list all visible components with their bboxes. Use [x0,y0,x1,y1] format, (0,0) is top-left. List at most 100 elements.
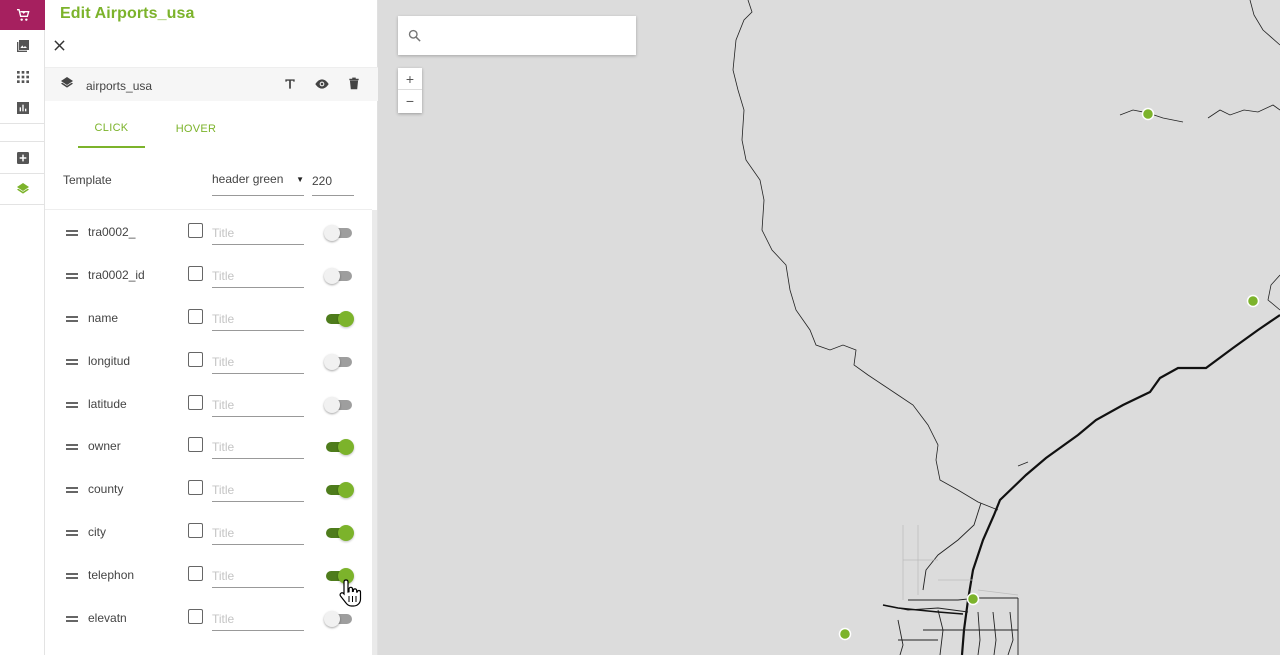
field-title-checkbox[interactable] [188,223,203,238]
field-name: longitud [88,354,131,368]
field-title-input[interactable] [212,393,304,417]
trash-icon [349,77,359,90]
image-icon [16,39,29,52]
drag-handle-icon[interactable] [66,616,78,622]
field-visibility-toggle[interactable] [324,397,354,413]
rail-item-add[interactable] [0,142,45,173]
field-title-input[interactable] [212,221,304,245]
rail-item-grid[interactable] [0,61,45,92]
search-input[interactable] [430,24,626,48]
field-row: city [45,518,372,560]
airport-point[interactable] [966,592,980,606]
field-row: tra0002_ [45,218,372,260]
drag-handle-icon[interactable] [66,316,78,322]
close-icon [53,39,65,51]
field-row: latitude [45,390,372,432]
zoom-in-button[interactable]: + [398,68,422,90]
field-visibility-toggle[interactable] [324,354,354,370]
field-visibility-toggle[interactable] [324,525,354,541]
drag-handle-icon[interactable] [66,487,78,493]
field-visibility-toggle[interactable] [324,568,354,584]
field-name: tra0002_id [88,268,145,282]
field-title-input[interactable] [212,307,304,331]
panel-title: Edit Airports_usa [60,5,195,22]
template-label: Template [63,173,112,187]
field-title-checkbox[interactable] [188,566,203,581]
field-title-checkbox[interactable] [188,437,203,452]
field-title-input[interactable] [212,478,304,502]
tab-click[interactable]: CLICK [78,110,145,148]
field-visibility-toggle[interactable] [324,482,354,498]
field-title-input[interactable] [212,564,304,588]
field-name: city [88,525,106,539]
cart-icon [16,9,30,21]
template-width-input[interactable] [312,165,354,196]
field-visibility-toggle[interactable] [324,611,354,627]
layer-label-button[interactable] [280,74,300,94]
layer-name: airports_usa [86,79,153,93]
drag-handle-icon[interactable] [66,359,78,365]
close-button[interactable] [51,36,67,54]
field-title-input[interactable] [212,521,304,545]
drag-handle-icon[interactable] [66,444,78,450]
bar-chart-icon [16,101,29,114]
field-row: owner [45,432,372,474]
airport-point[interactable] [1141,107,1155,121]
airport-point[interactable] [1246,294,1260,308]
text-icon [285,79,295,89]
field-title-checkbox[interactable] [188,480,203,495]
field-row: tra0002_id [45,261,372,303]
layer-delete-button[interactable] [344,74,364,94]
layers-icon [16,183,29,194]
field-title-checkbox[interactable] [188,523,203,538]
field-name: owner [88,439,121,453]
airport-points-layer [838,107,1260,641]
grid-icon [16,70,29,83]
map-canvas[interactable] [378,0,1280,655]
field-visibility-toggle[interactable] [324,268,354,284]
field-title-checkbox[interactable] [188,609,203,624]
field-title-checkbox[interactable] [188,395,203,410]
drag-handle-icon[interactable] [66,230,78,236]
field-row: county [45,475,372,517]
drag-handle-icon[interactable] [66,273,78,279]
drag-handle-icon[interactable] [66,573,78,579]
drag-handle-icon[interactable] [66,530,78,536]
field-visibility-toggle[interactable] [324,439,354,455]
field-row: telephon [45,561,372,603]
field-name: telephon [88,568,135,582]
rail-item-cart[interactable] [0,0,45,30]
field-name: tra0002_ [88,225,136,239]
field-title-input[interactable] [212,607,304,631]
field-visibility-toggle[interactable] [324,225,354,241]
airport-point[interactable] [838,627,852,641]
layers-icon [61,77,73,88]
panel-scrollbar[interactable] [372,210,377,655]
field-title-input[interactable] [212,435,304,459]
field-title-checkbox[interactable] [188,352,203,367]
field-visibility-toggle[interactable] [324,311,354,327]
field-title-input[interactable] [212,350,304,374]
zoom-control: + − [398,68,422,113]
template-select[interactable]: header green ▼ [212,165,304,196]
rail-item-charts[interactable] [0,92,45,123]
field-row: longitud [45,347,372,389]
tab-hover[interactable]: HOVER [162,110,230,148]
edit-layer-panel: Edit Airports_usa airports_usa CLICK HOV… [45,0,378,655]
field-name: latitude [88,397,127,411]
map-search [398,16,636,55]
zoom-out-button[interactable]: − [398,90,422,112]
drag-handle-icon[interactable] [66,402,78,408]
eye-icon [315,79,329,89]
field-title-input[interactable] [212,264,304,288]
layer-visibility-button[interactable] [312,74,332,94]
field-row: elevatn [45,604,372,646]
field-title-checkbox[interactable] [188,266,203,281]
template-select-value: header green [212,172,284,186]
rail-item-layers[interactable] [0,174,45,205]
field-title-checkbox[interactable] [188,309,203,324]
rail-item-images[interactable] [0,30,45,61]
search-icon [408,29,421,42]
left-rail [0,0,45,655]
add-box-icon [16,151,29,164]
